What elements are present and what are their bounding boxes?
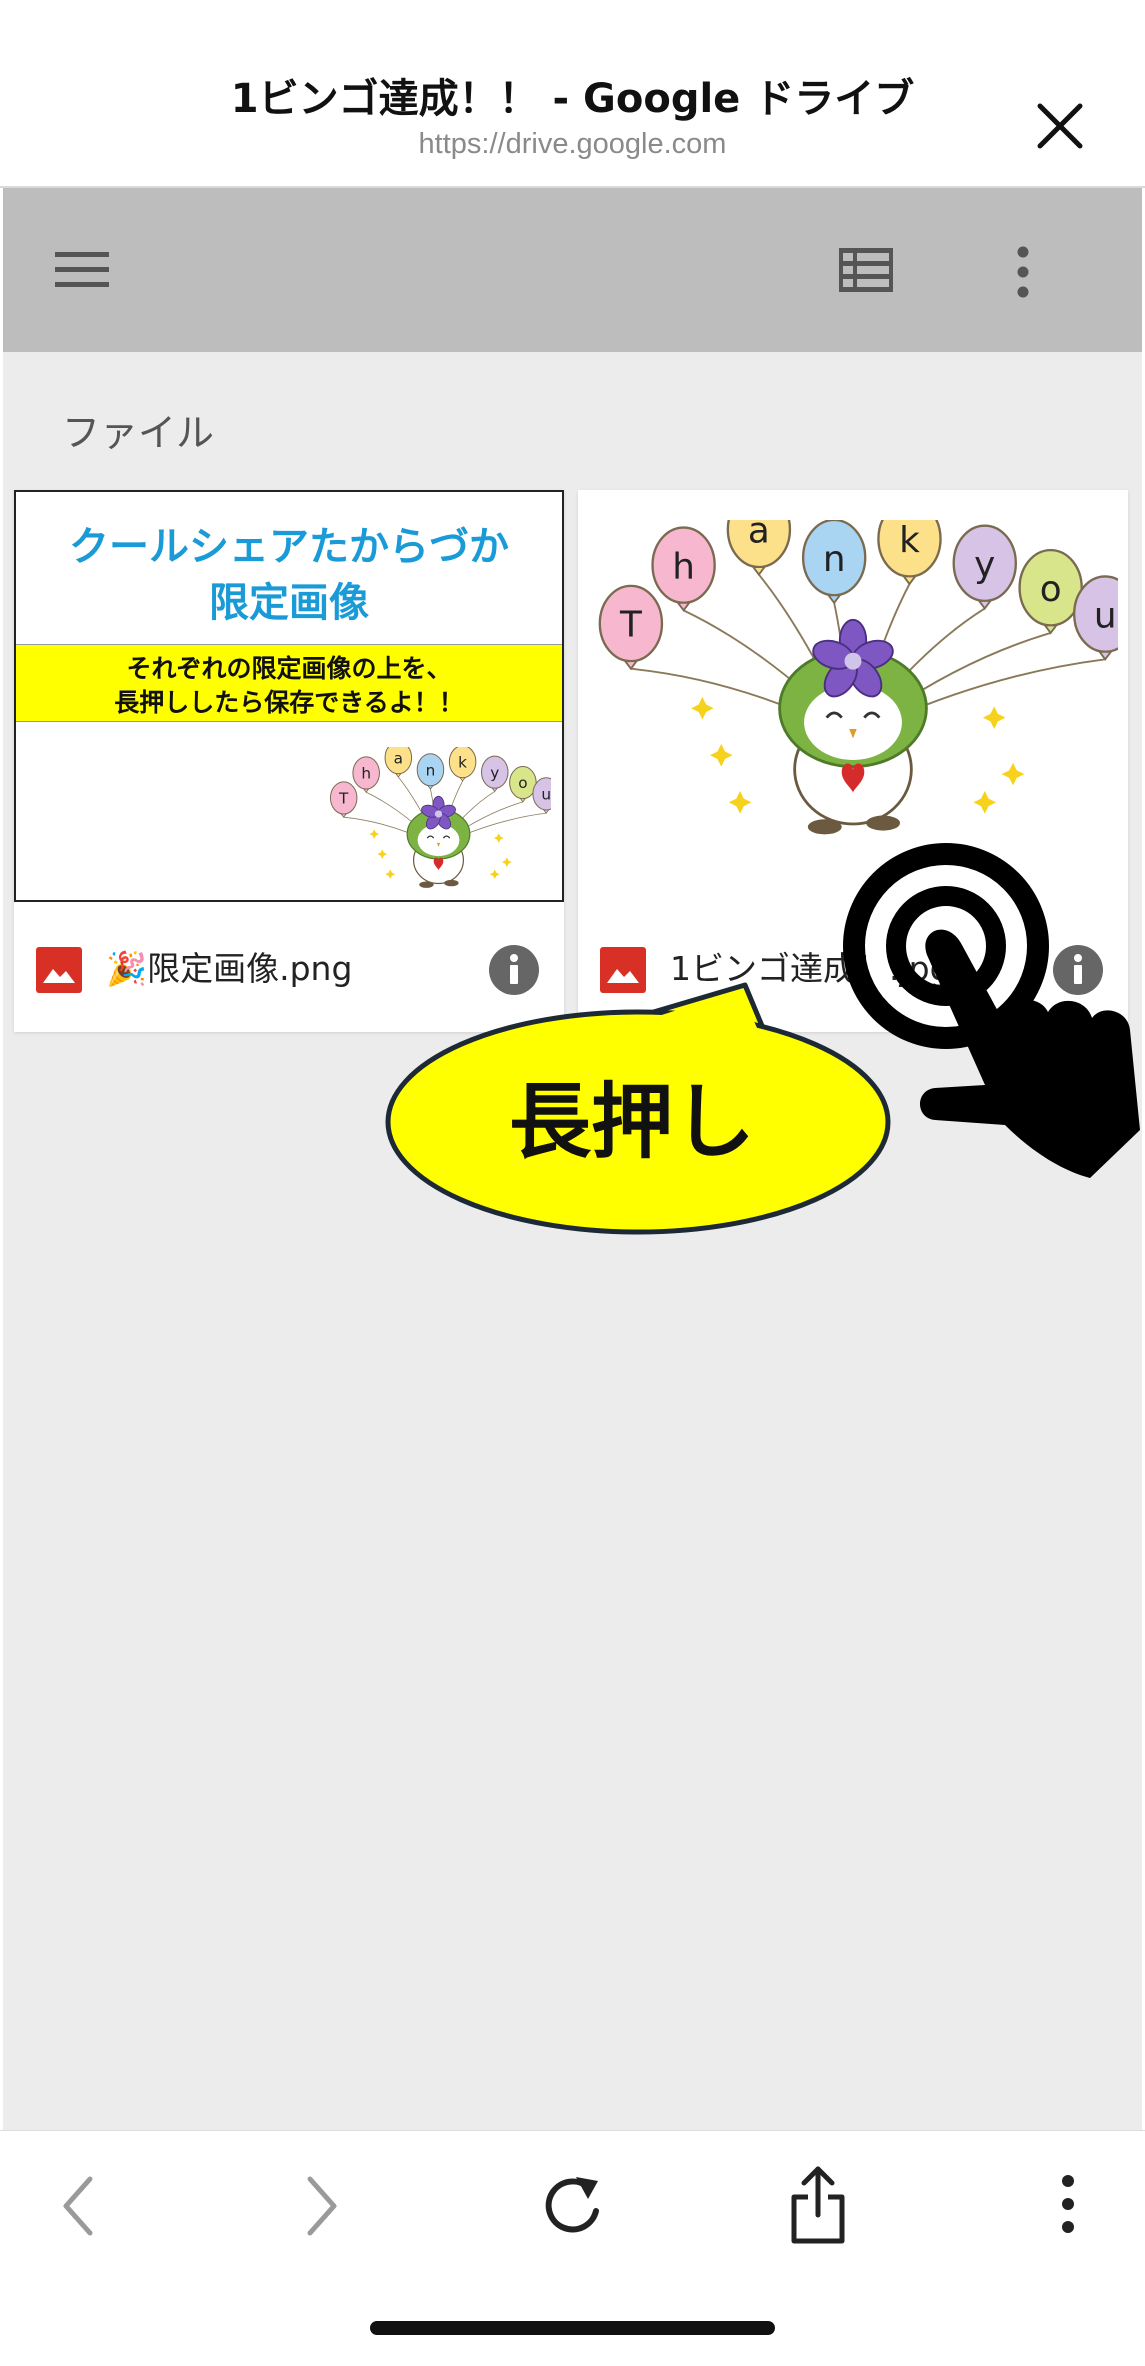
chevron-right-icon[interactable] <box>302 2171 342 2241</box>
balloon-letter: y <box>490 764 499 782</box>
thumb-note-banner: それぞれの限定画像の上を、 長押ししたら保存できるよ！！ <box>16 644 562 722</box>
balloon-letter: h <box>672 546 695 587</box>
more-vertical-icon[interactable] <box>1058 2173 1078 2235</box>
thumb-note-2: 長押ししたら保存できるよ！！ <box>114 688 464 717</box>
balloon-letter: a <box>394 749 403 767</box>
balloon: T <box>329 781 358 818</box>
balloon: y <box>952 524 1017 611</box>
file-card[interactable]: Th a n k y ou 1ビンゴ達成！.jpg <box>578 490 1128 1032</box>
balloon: h <box>651 526 716 612</box>
balloon-letter: y <box>974 544 995 585</box>
balloon-letter: k <box>899 520 920 561</box>
balloon-letter: o <box>518 774 527 792</box>
balloon: n <box>801 520 867 605</box>
balloon-letter: T <box>338 790 349 808</box>
page-title: 1ビンゴ達成！！ - Google ドライブ <box>230 76 915 122</box>
balloon-letter: u <box>541 786 551 804</box>
balloon-letter: n <box>426 761 436 779</box>
page-url: https://drive.google.com <box>418 128 727 160</box>
hamburger-menu-icon[interactable] <box>55 250 111 290</box>
balloon: y <box>480 755 509 793</box>
balloon: o <box>1018 548 1083 635</box>
balloon-letter: k <box>458 753 467 771</box>
balloon-letter: a <box>748 520 770 552</box>
balloon: o <box>509 766 537 803</box>
home-indicator <box>370 2321 775 2335</box>
file-card-footer: 1ビンゴ達成！.jpg <box>578 902 1128 1032</box>
browser-header: 1ビンゴ達成！！ - Google ドライブ https://drive.goo… <box>0 0 1145 188</box>
section-label: ファイル <box>62 411 215 455</box>
file-thumbnail[interactable]: Th a n k y ou <box>578 490 1128 902</box>
balloon: k <box>877 520 942 586</box>
mascot <box>778 618 928 835</box>
balloon: a <box>384 747 413 778</box>
mascot <box>406 795 471 888</box>
balloon-letter: o <box>1040 569 1062 610</box>
thank-you-illustration: Th a n k y ou <box>329 747 551 888</box>
thank-you-illustration: Th a n k y ou <box>598 520 1118 835</box>
info-icon[interactable] <box>489 945 539 995</box>
file-card-footer: 🎉限定画像.png <box>14 902 564 1032</box>
info-icon[interactable] <box>1053 945 1103 995</box>
balloon-letter: u <box>1094 595 1117 636</box>
image-file-icon <box>36 947 82 993</box>
balloon-letter: h <box>361 765 371 783</box>
thumb-heading-1: クールシェアたからづか <box>69 524 509 570</box>
balloon-letter: n <box>823 539 846 580</box>
share-icon[interactable] <box>790 2165 846 2245</box>
reload-icon[interactable] <box>540 2173 604 2239</box>
file-thumbnail[interactable]: クールシェアたからづか 限定画像 それぞれの限定画像の上を、 長押ししたら保存で… <box>14 490 564 902</box>
drive-toolbar <box>3 188 1142 352</box>
thumb-note-1: それぞれの限定画像の上を、 <box>126 654 452 683</box>
file-card[interactable]: クールシェアたからづか 限定画像 それぞれの限定画像の上を、 長押ししたら保存で… <box>14 490 564 1032</box>
balloon: u <box>1073 575 1118 661</box>
image-file-icon <box>600 947 646 993</box>
balloon: n <box>416 753 445 790</box>
list-view-icon[interactable] <box>839 248 895 294</box>
balloon: k <box>448 747 477 782</box>
balloon: a <box>726 520 792 577</box>
balloon: h <box>352 756 380 793</box>
close-icon[interactable] <box>1030 96 1090 156</box>
more-vertical-icon[interactable] <box>1013 244 1033 300</box>
balloon: T <box>598 584 664 671</box>
thumb-heading-2: 限定画像 <box>209 580 369 626</box>
chevron-left-icon[interactable] <box>58 2171 98 2241</box>
file-name: 1ビンゴ達成！.jpg <box>670 949 951 988</box>
balloon-letter: T <box>619 605 642 646</box>
file-name: 🎉限定画像.png <box>106 949 353 988</box>
